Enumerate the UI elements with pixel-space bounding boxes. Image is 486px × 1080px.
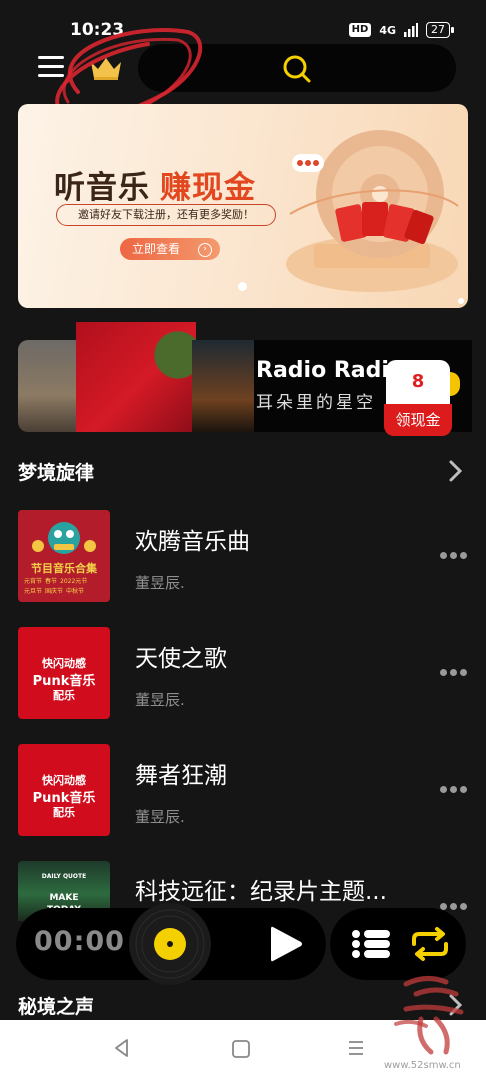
reward-count[interactable]: 8 [386, 360, 450, 406]
player-time: 00:00 [34, 926, 125, 957]
cover-line: MAKE [49, 893, 79, 903]
cover-line: 快闪动感 [42, 774, 86, 787]
crown-icon [91, 58, 121, 80]
signal-icon [404, 23, 418, 37]
radio-image-sunset [192, 340, 254, 432]
banner-subtitle: 邀请好友下载注册，还有更多奖励！ [56, 204, 276, 226]
more-button[interactable] [440, 552, 470, 562]
song-title[interactable]: 天使之歌 [135, 639, 227, 673]
section-title[interactable]: 秘境之声 [18, 992, 94, 1019]
play-icon[interactable] [268, 924, 304, 964]
watermark-logo [394, 976, 464, 1055]
watermark-url: www.52smw.cn [384, 1060, 461, 1071]
song-cover[interactable]: 快闪动感 Punk音乐 配乐 [18, 744, 110, 836]
song-title[interactable]: 科技远征：纪录片主题... [135, 872, 387, 906]
banner-cta-label: 立即查看 [132, 242, 181, 256]
promo-banner[interactable]: 听音乐 赚现金 邀请好友下载注册，还有更多奖励！ 立即查看 › [18, 104, 468, 308]
cover-caption: 节目音乐合集 [31, 562, 97, 575]
nav-back-icon[interactable] [110, 1036, 134, 1060]
more-button[interactable] [440, 669, 470, 679]
cover-line: 配乐 [53, 689, 75, 702]
cover-line: 配乐 [53, 806, 75, 819]
radio-image-christmas [76, 322, 196, 432]
vip-button[interactable] [88, 54, 124, 82]
more-button[interactable] [440, 786, 470, 796]
nav-home-icon[interactable] [228, 1036, 254, 1062]
cover-line: DAILY QUOTE [41, 873, 87, 880]
playlist-icon[interactable] [350, 926, 392, 962]
lion-dance-art [32, 522, 96, 554]
battery-indicator: 27 [426, 22, 454, 38]
hd-badge: HD [348, 23, 372, 37]
status-icons: HD 4G 27 [348, 22, 454, 38]
radio-subtitle: 耳朵里的星空 [256, 393, 376, 413]
vinyl-icon[interactable] [128, 902, 212, 986]
song-artist: 董昱辰. [135, 574, 185, 592]
banner-title-part2: 赚现金 [160, 170, 256, 206]
network-label: 4G [379, 23, 396, 37]
song-cover[interactable]: 快闪动感 Punk音乐 配乐 [18, 627, 110, 719]
radio-title: Radio Radio [256, 358, 405, 383]
cover-tag: 国庆节 [45, 588, 64, 595]
radio-image-room [18, 340, 80, 432]
banner-cta-button[interactable]: 立即查看 › [120, 238, 220, 260]
menu-button[interactable] [38, 54, 68, 80]
cover-tag: 2022元节 [60, 578, 88, 585]
song-cover[interactable]: 节目音乐合集 元宵节 春节 2022元节 元旦节 国庆节 中秋节 [18, 510, 110, 602]
reward-claim-button[interactable]: 领现金 [384, 404, 452, 436]
section-title[interactable]: 梦境旋律 [18, 458, 94, 485]
cover-tag: 中秋节 [66, 588, 85, 595]
song-artist: 董昱辰. [135, 691, 185, 709]
loop-icon[interactable] [408, 926, 452, 962]
banner-page-indicator [238, 282, 247, 291]
song-artist: 董昱辰. [135, 808, 185, 826]
banner-title: 听音乐 赚现金 [54, 162, 256, 207]
vinyl-gift-illustration [286, 130, 459, 292]
nav-recent-icon[interactable] [344, 1036, 368, 1060]
search-icon[interactable] [282, 54, 312, 84]
cover-tag: 春节 [45, 578, 58, 585]
cover-line: 快闪动感 [42, 657, 86, 670]
cover-tag: 元旦节 [24, 588, 43, 595]
song-title[interactable]: 舞者狂潮 [135, 756, 227, 790]
cover-tag: 元宵节 [24, 578, 43, 585]
status-time: 10:23 [70, 20, 125, 40]
chevron-right-icon: › [198, 243, 212, 257]
banner-corner-dot [458, 298, 464, 304]
song-title[interactable]: 欢腾音乐曲 [135, 522, 250, 556]
chevron-right-icon[interactable] [446, 456, 466, 486]
cover-tags: 元宵节 春节 2022元节 元旦节 国庆节 中秋节 [24, 576, 106, 595]
banner-title-part1: 听音乐 [54, 170, 150, 206]
